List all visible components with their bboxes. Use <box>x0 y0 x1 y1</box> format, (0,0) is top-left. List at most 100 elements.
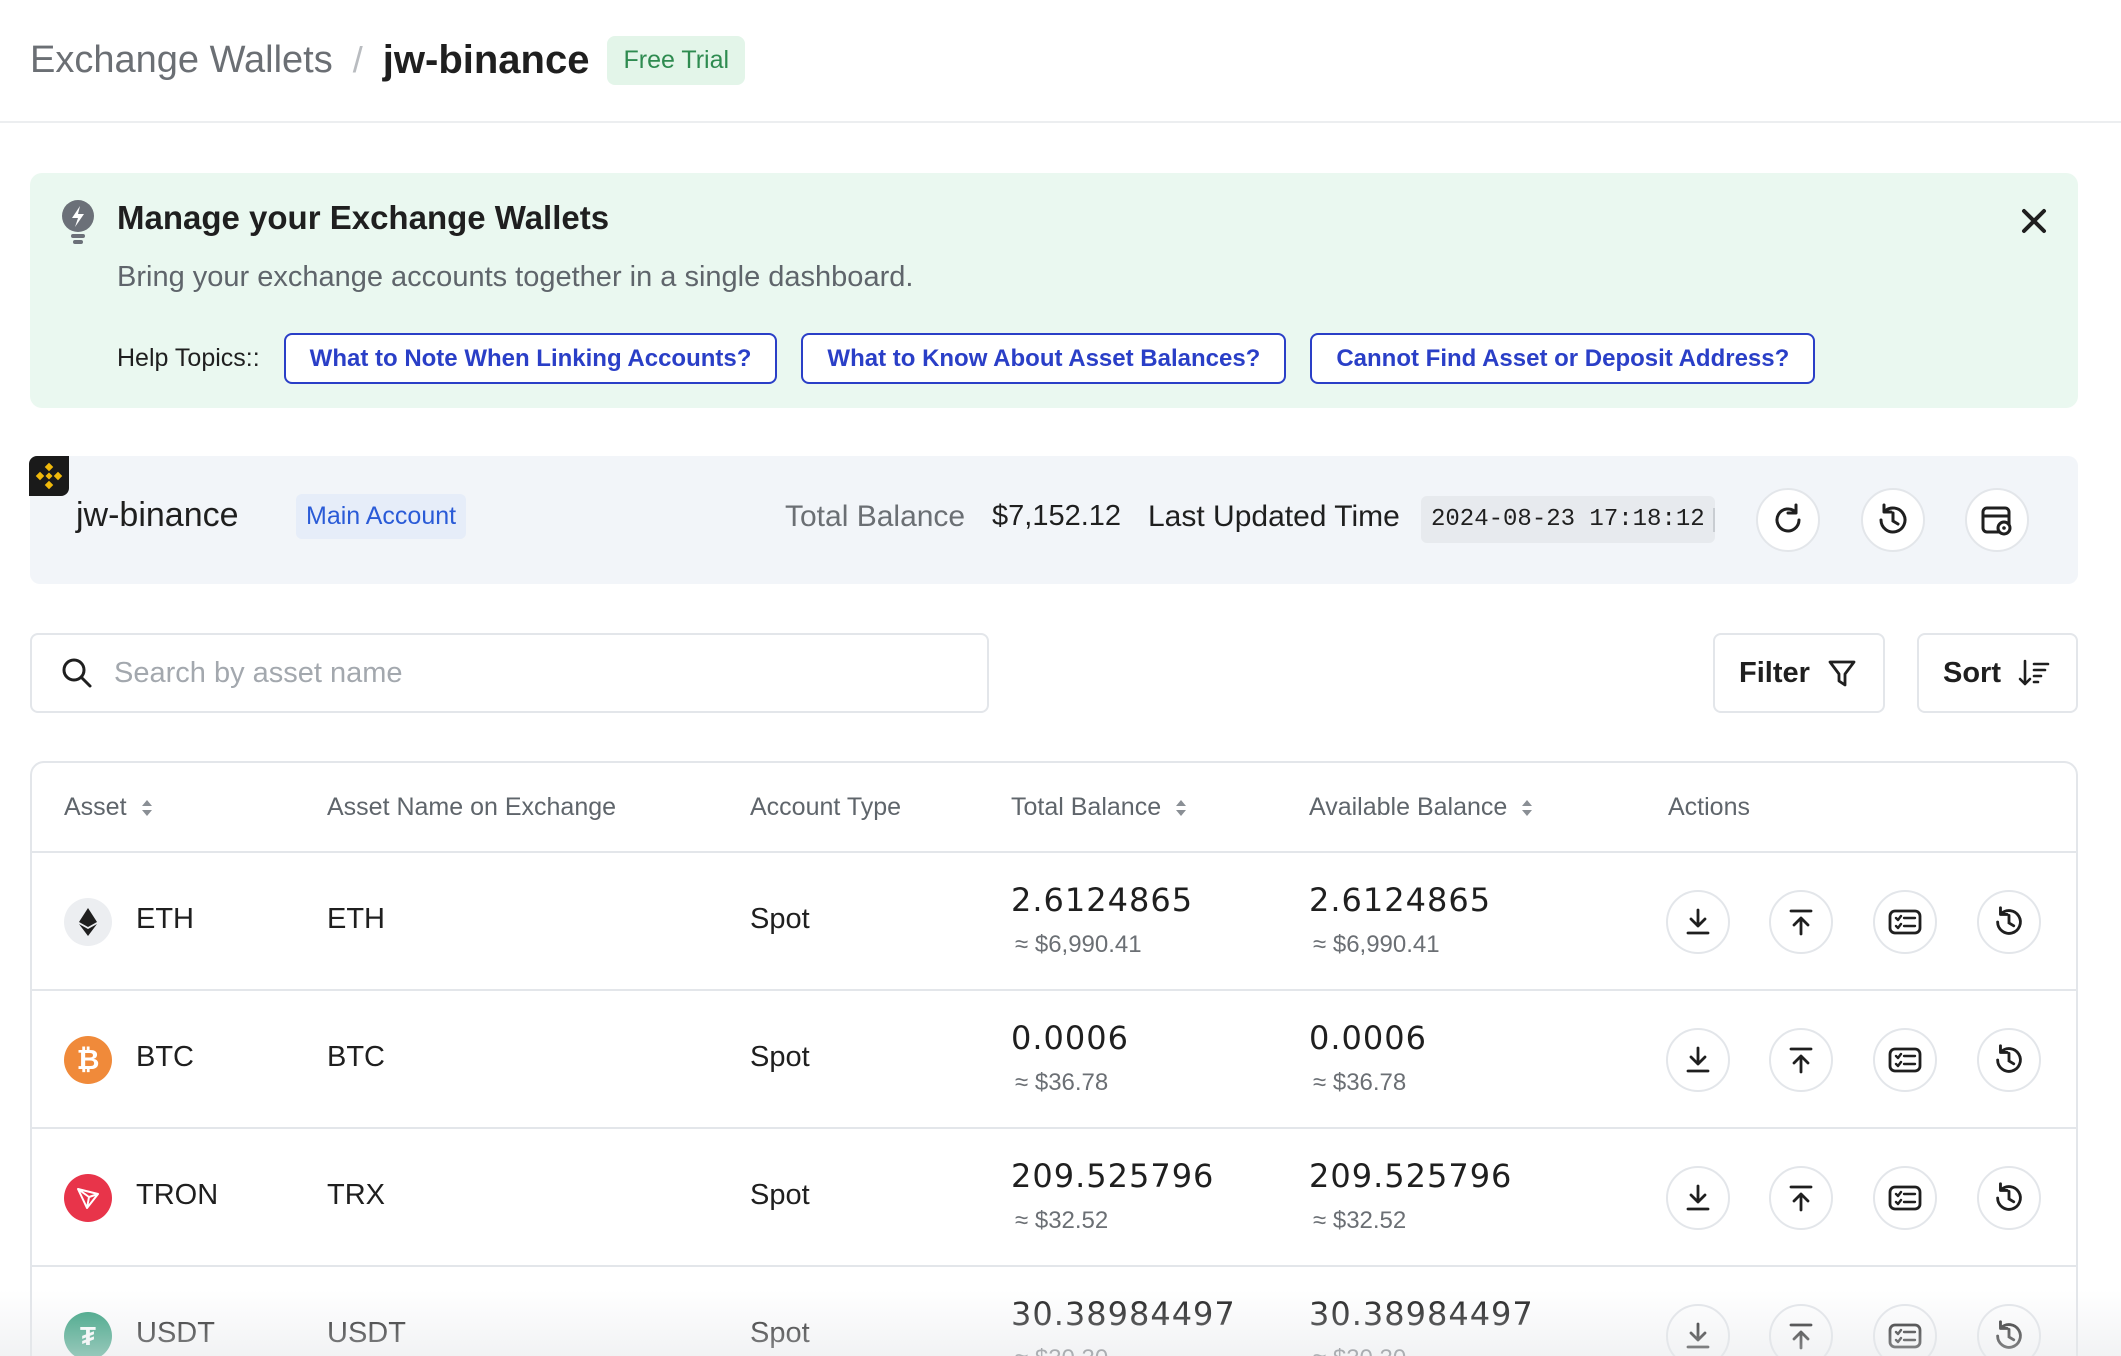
deposit-button[interactable] <box>1666 1166 1730 1230</box>
asset-name-on-exchange: ETH <box>327 903 385 935</box>
available-balance: 209.525796 <box>1309 1157 1513 1195</box>
withdraw-icon <box>1789 909 1813 936</box>
column-asset-label: Asset <box>64 793 127 821</box>
banner-subtitle: Bring your exchange accounts together in… <box>117 261 914 293</box>
column-asset[interactable]: Asset <box>64 793 155 822</box>
breadcrumb-exchange-wallets[interactable]: Exchange Wallets <box>30 39 333 82</box>
history-button[interactable] <box>1977 890 2041 954</box>
available-balance-usd: ≈ $30.30 <box>1313 1345 1406 1356</box>
column-total-balance[interactable]: Total Balance <box>1011 793 1189 822</box>
total-balance-usd: ≈ $6,990.41 <box>1015 931 1142 958</box>
search-input[interactable] <box>114 656 934 690</box>
help-topics-label: Help Topics:: <box>117 344 260 372</box>
account-history-button[interactable] <box>1861 488 1925 552</box>
available-balance: 0.0006 <box>1309 1019 1427 1057</box>
help-topics: Help Topics:: What to Note When Linking … <box>117 333 1839 384</box>
divider <box>1713 508 1715 532</box>
asset-symbol: USDT <box>136 1317 215 1349</box>
transactions-icon <box>1888 1323 1922 1349</box>
available-balance-usd: ≈ $32.52 <box>1313 1207 1407 1234</box>
deposit-icon <box>1686 1046 1710 1073</box>
available-balance: 30.38984497 <box>1309 1295 1534 1333</box>
deposit-icon <box>1686 1184 1710 1211</box>
tron-icon <box>64 1174 112 1222</box>
withdraw-button[interactable] <box>1769 1304 1833 1356</box>
help-topic-linking-accounts[interactable]: What to Note When Linking Accounts? <box>283 333 778 384</box>
asset-name-on-exchange: TRX <box>327 1179 385 1211</box>
column-account-type: Account Type <box>750 793 902 821</box>
history-icon <box>1996 906 2022 935</box>
column-asset-name: Asset Name on Exchange <box>327 793 617 821</box>
deposit-button[interactable] <box>1666 1304 1730 1356</box>
main-account-tag: Main Account <box>296 494 467 539</box>
history-icon <box>1996 1320 2022 1349</box>
withdraw-button[interactable] <box>1769 890 1833 954</box>
withdraw-icon <box>1789 1047 1813 1074</box>
total-balance-usd: ≈ $30.30 <box>1015 1345 1108 1356</box>
total-balance-usd: ≈ $32.52 <box>1015 1207 1109 1234</box>
column-available-balance[interactable]: Available Balance <box>1309 793 1535 822</box>
breadcrumb-separator: / <box>352 39 363 80</box>
close-icon[interactable] <box>2014 201 2054 241</box>
transactions-button[interactable] <box>1873 890 1937 954</box>
total-balance-label: Total Balance <box>785 500 966 533</box>
withdraw-button[interactable] <box>1769 1028 1833 1092</box>
help-topic-asset-balances[interactable]: What to Know About Asset Balances? <box>801 333 1287 384</box>
transactions-icon <box>1888 1185 1922 1211</box>
refresh-button[interactable] <box>1756 488 1820 552</box>
tether-icon: ₮ <box>64 1312 112 1356</box>
history-button[interactable] <box>1977 1028 2041 1092</box>
table-row[interactable]: ₮ USDT USDT Spot 30.38984497 ≈ $30.30 30… <box>32 1267 2076 1356</box>
available-balance: 2.6124865 <box>1309 881 1492 919</box>
asset-search-box[interactable] <box>30 633 989 713</box>
deposit-icon <box>1686 1322 1710 1349</box>
history-button[interactable] <box>1977 1166 2041 1230</box>
asset-name-on-exchange: USDT <box>327 1317 406 1349</box>
banner-title: Manage your Exchange Wallets <box>117 199 610 236</box>
deposit-icon <box>1686 908 1710 935</box>
help-topic-deposit-address[interactable]: Cannot Find Asset or Deposit Address? <box>1310 333 1816 384</box>
sort-button[interactable]: Sort <box>1917 633 2078 713</box>
free-trial-badge: Free Trial <box>607 35 746 85</box>
history-button[interactable] <box>1977 1304 2041 1356</box>
deposit-button[interactable] <box>1666 1028 1730 1092</box>
total-balance-usd: ≈ $36.78 <box>1015 1069 1109 1096</box>
table-row[interactable]: TRON TRX Spot 209.525796 ≈ $32.52 209.52… <box>32 1129 2076 1267</box>
history-icon <box>1996 1182 2022 1211</box>
filter-button[interactable]: Filter <box>1713 633 1885 713</box>
wallet-settings-button[interactable] <box>1965 488 2029 552</box>
transactions-icon <box>1888 1047 1922 1073</box>
history-icon <box>1996 1044 2022 1073</box>
account-name: jw-binance <box>76 496 239 534</box>
last-updated-value: 2024-08-23 17:18:12 <box>1421 496 1715 543</box>
transactions-button[interactable] <box>1873 1166 1937 1230</box>
assets-table: Asset Asset Name on Exchange Account Typ… <box>30 761 2078 1356</box>
withdraw-button[interactable] <box>1769 1166 1833 1230</box>
wallet-settings-icon <box>1981 506 2012 536</box>
account-summary-bar: jw-binance Main Account Total Balance $7… <box>29 456 2078 584</box>
history-icon <box>1879 503 1907 534</box>
table-row[interactable]: ETH ETH Spot 2.6124865 ≈ $6,990.41 2.612… <box>32 853 2076 991</box>
search-icon <box>62 658 92 688</box>
transactions-button[interactable] <box>1873 1028 1937 1092</box>
transactions-button[interactable] <box>1873 1304 1937 1356</box>
table-row[interactable]: ₿ BTC BTC Spot 0.0006 ≈ $36.78 0.0006 ≈ … <box>32 991 2076 1129</box>
asset-symbol: ETH <box>136 903 194 935</box>
deposit-button[interactable] <box>1666 890 1730 954</box>
last-updated-label: Last Updated Time <box>1148 500 1400 533</box>
asset-symbol: BTC <box>136 1041 194 1073</box>
breadcrumb: Exchange Wallets / jw-binance Free Trial <box>30 35 746 85</box>
sort-toggle-icon <box>1176 799 1187 816</box>
account-type: Spot <box>750 1041 810 1073</box>
page-title: jw-binance <box>382 37 590 82</box>
filter-icon <box>1828 660 1856 687</box>
total-balance: 30.38984497 <box>1011 1295 1236 1333</box>
info-banner: Manage your Exchange Wallets Bring your … <box>30 173 2078 408</box>
lightbulb-icon <box>62 200 94 244</box>
column-total-balance-label: Total Balance <box>1011 793 1162 821</box>
account-type: Spot <box>750 903 810 935</box>
account-type: Spot <box>750 1179 810 1211</box>
ethereum-icon <box>64 898 112 946</box>
total-balance: 209.525796 <box>1011 1157 1215 1195</box>
table-header: Asset Asset Name on Exchange Account Typ… <box>32 763 2076 853</box>
